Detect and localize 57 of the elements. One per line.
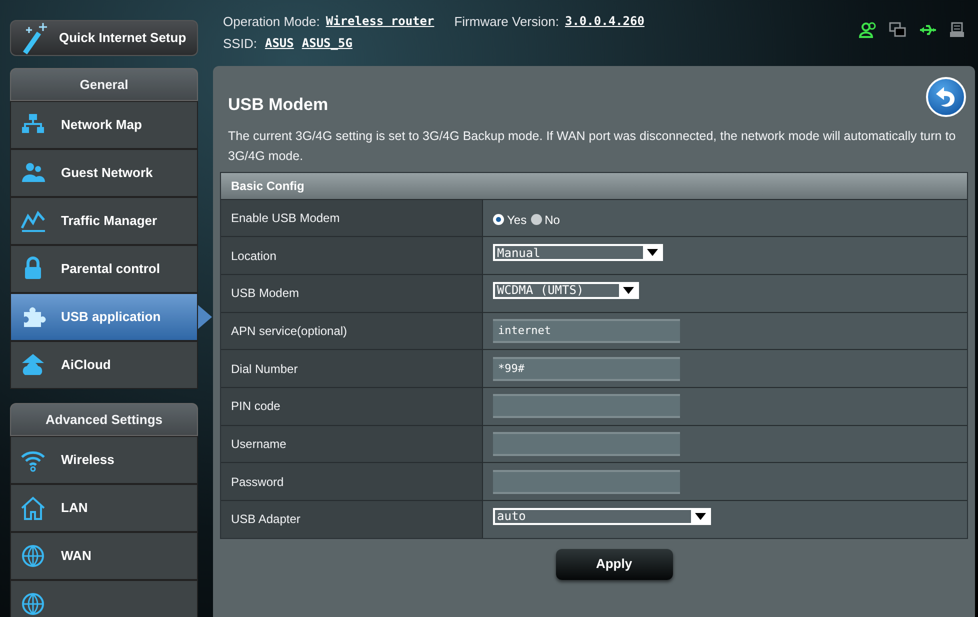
radio-option[interactable]: Yes (493, 210, 527, 229)
text-field[interactable]: internet (493, 318, 680, 343)
radio-option[interactable]: No (530, 210, 560, 229)
field-label: APN service(optional) (221, 312, 483, 350)
caret-icon (622, 286, 634, 294)
menu-group-header: Advanced Settings (10, 403, 198, 436)
menu-item[interactable]: Network Map (10, 101, 198, 149)
radio-button[interactable] (493, 214, 504, 226)
chart-line-icon (19, 208, 47, 234)
text-field[interactable] (493, 470, 680, 494)
text-field[interactable]: *99# (493, 356, 680, 381)
ssid-label: SSID: (223, 34, 257, 52)
dropdown[interactable]: Manual (493, 244, 663, 262)
dropdown[interactable]: auto (493, 508, 711, 525)
field-label: Dial Number (221, 350, 483, 387)
mode-link[interactable]: Wireless router (326, 12, 434, 32)
quick-setup-button[interactable]: Quick Internet Setup (10, 20, 198, 56)
ssid-link[interactable]: ASUS (264, 34, 294, 52)
field-label: Username (221, 426, 483, 462)
caret-icon (646, 249, 658, 256)
firmware-link[interactable]: 3.0.0.4.260 (564, 12, 644, 32)
firmware-label: Firmware Version: (454, 13, 559, 31)
field-label: Enable USB Modem (221, 200, 483, 236)
page-title: USB Modem (228, 94, 328, 116)
dropdown[interactable]: WCDMA (UMTS) (493, 282, 639, 299)
back-button[interactable] (926, 76, 966, 117)
menu-item[interactable]: Parental control (10, 245, 198, 293)
menu-item[interactable] (10, 580, 198, 617)
description-text: The current 3G/4G setting is set to 3G/4G Backup mode. If WAN port was disconnected, the network mode will automatically turn to 3G/4G mode. (227, 128, 957, 164)
field-label: Location (221, 237, 483, 274)
menu-item[interactable]: USB application (10, 293, 198, 341)
globe-icon (19, 591, 47, 617)
ssid-link[interactable]: ASUS_5G (302, 34, 352, 52)
house-icon (19, 495, 47, 521)
menu-item[interactable]: Traffic Manager (10, 197, 198, 245)
field-label: PIN code (221, 388, 483, 425)
field-label: USB Modem (221, 274, 483, 312)
section-header: Basic Config (221, 172, 967, 198)
users-icon[interactable] (859, 22, 877, 38)
menu-item[interactable]: Wireless (10, 436, 198, 484)
radio-button[interactable] (530, 214, 542, 226)
text-field[interactable] (493, 432, 680, 456)
menu-item[interactable]: AiCloud (10, 341, 198, 389)
field-label: Password (221, 463, 483, 500)
menu-item[interactable]: Guest Network (10, 149, 198, 197)
mode-label: Operation Mode: (223, 13, 320, 31)
apply-button[interactable]: Apply (556, 548, 672, 580)
text-field[interactable] (493, 394, 680, 418)
globe-icon (19, 543, 47, 569)
field-label: USB Adapter (221, 501, 483, 538)
caret-icon (694, 512, 706, 520)
usb-icon[interactable] (919, 22, 937, 38)
printer-icon[interactable] (949, 22, 967, 38)
menu-item[interactable]: LAN (10, 484, 198, 532)
menu-item[interactable]: WAN (10, 532, 198, 580)
menu-group-header: General (10, 68, 198, 101)
screens-icon[interactable] (889, 22, 907, 38)
